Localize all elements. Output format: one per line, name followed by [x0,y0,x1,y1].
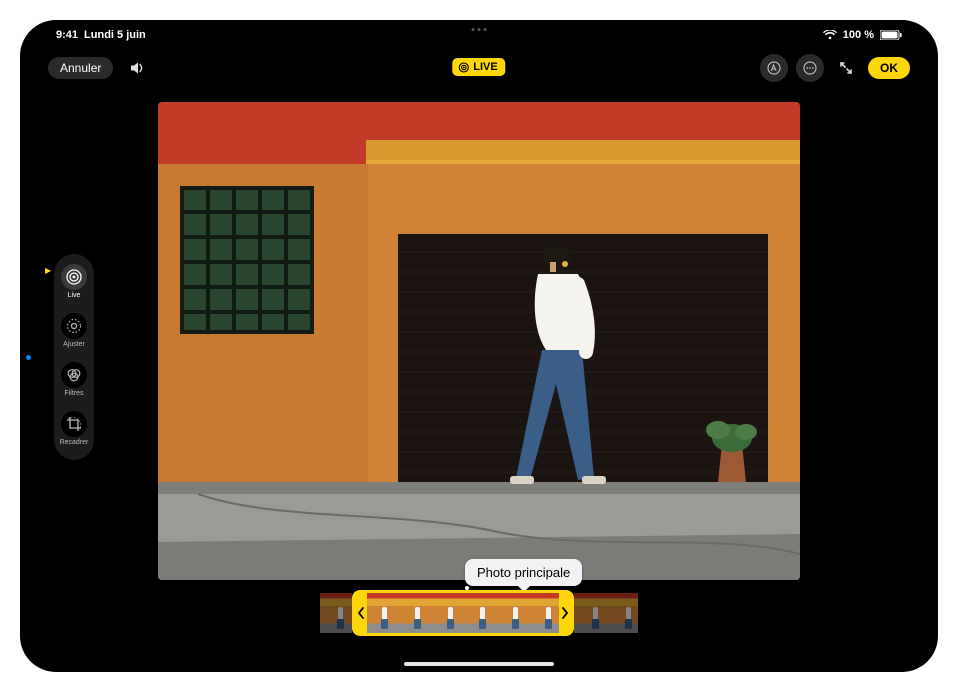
filters-icon [61,362,87,388]
side-indicator-icon [26,355,31,360]
filmstrip-frame[interactable] [574,593,606,633]
rail-item-live[interactable]: Live [61,264,87,299]
status-bar: 9:41 Lundi 5 juin 100 % [20,20,938,46]
status-battery: 100 % [843,29,874,41]
live-photo-filmstrip [320,590,638,636]
rail-item-crop[interactable]: Recadrer [60,411,89,446]
filmstrip-frame[interactable] [495,593,527,633]
filmstrip-frame[interactable] [367,593,399,633]
more-icon[interactable] [796,54,824,82]
rail-label: Live [68,292,81,299]
rail-label: Filtres [64,390,83,397]
photo-preview[interactable] [158,102,800,580]
live-mode-icon [61,264,87,290]
tooltip-label: Photo principale [477,565,570,580]
rail-item-adjust[interactable]: Ajuster [61,313,87,348]
status-time: 9:41 [56,29,78,41]
trim-handle-left[interactable] [355,593,367,633]
filmstrip-frame[interactable] [606,593,638,633]
multitask-indicator[interactable] [472,28,487,31]
filmstrip-frame-selected[interactable] [527,593,559,633]
rail-item-filters[interactable]: Filtres [61,362,87,397]
volume-icon[interactable] [123,54,151,82]
adjust-icon [61,313,87,339]
status-date: Lundi 5 juin [84,29,146,41]
markup-icon[interactable] [760,54,788,82]
filmstrip-frame[interactable] [431,593,463,633]
done-button[interactable]: OK [868,57,910,79]
ipad-photo-edit-screen: 9:41 Lundi 5 juin 100 % Annuler LIVE [20,20,938,672]
rail-label: Ajuster [63,341,85,348]
trim-handle-right[interactable] [559,593,571,633]
filmstrip-frame[interactable] [399,593,431,633]
cancel-button[interactable]: Annuler [48,57,113,79]
edit-toolbar: Annuler LIVE OK [20,52,938,84]
wifi-icon [823,30,837,40]
live-badge[interactable]: LIVE [452,58,505,76]
live-label: LIVE [473,61,497,73]
home-indicator[interactable] [404,662,554,666]
filmstrip-frame[interactable] [463,593,495,633]
filmstrip-frame[interactable] [320,593,352,633]
edit-tool-rail: Live Ajuster Filtres Recadrer [54,254,94,460]
trim-range [352,590,574,636]
rail-label: Recadrer [60,439,89,446]
battery-icon [880,30,902,40]
crop-icon [61,411,87,437]
fullscreen-icon[interactable] [832,54,860,82]
rail-active-caret-icon: ▶ [45,266,51,275]
key-photo-tooltip: Photo principale [465,559,582,586]
